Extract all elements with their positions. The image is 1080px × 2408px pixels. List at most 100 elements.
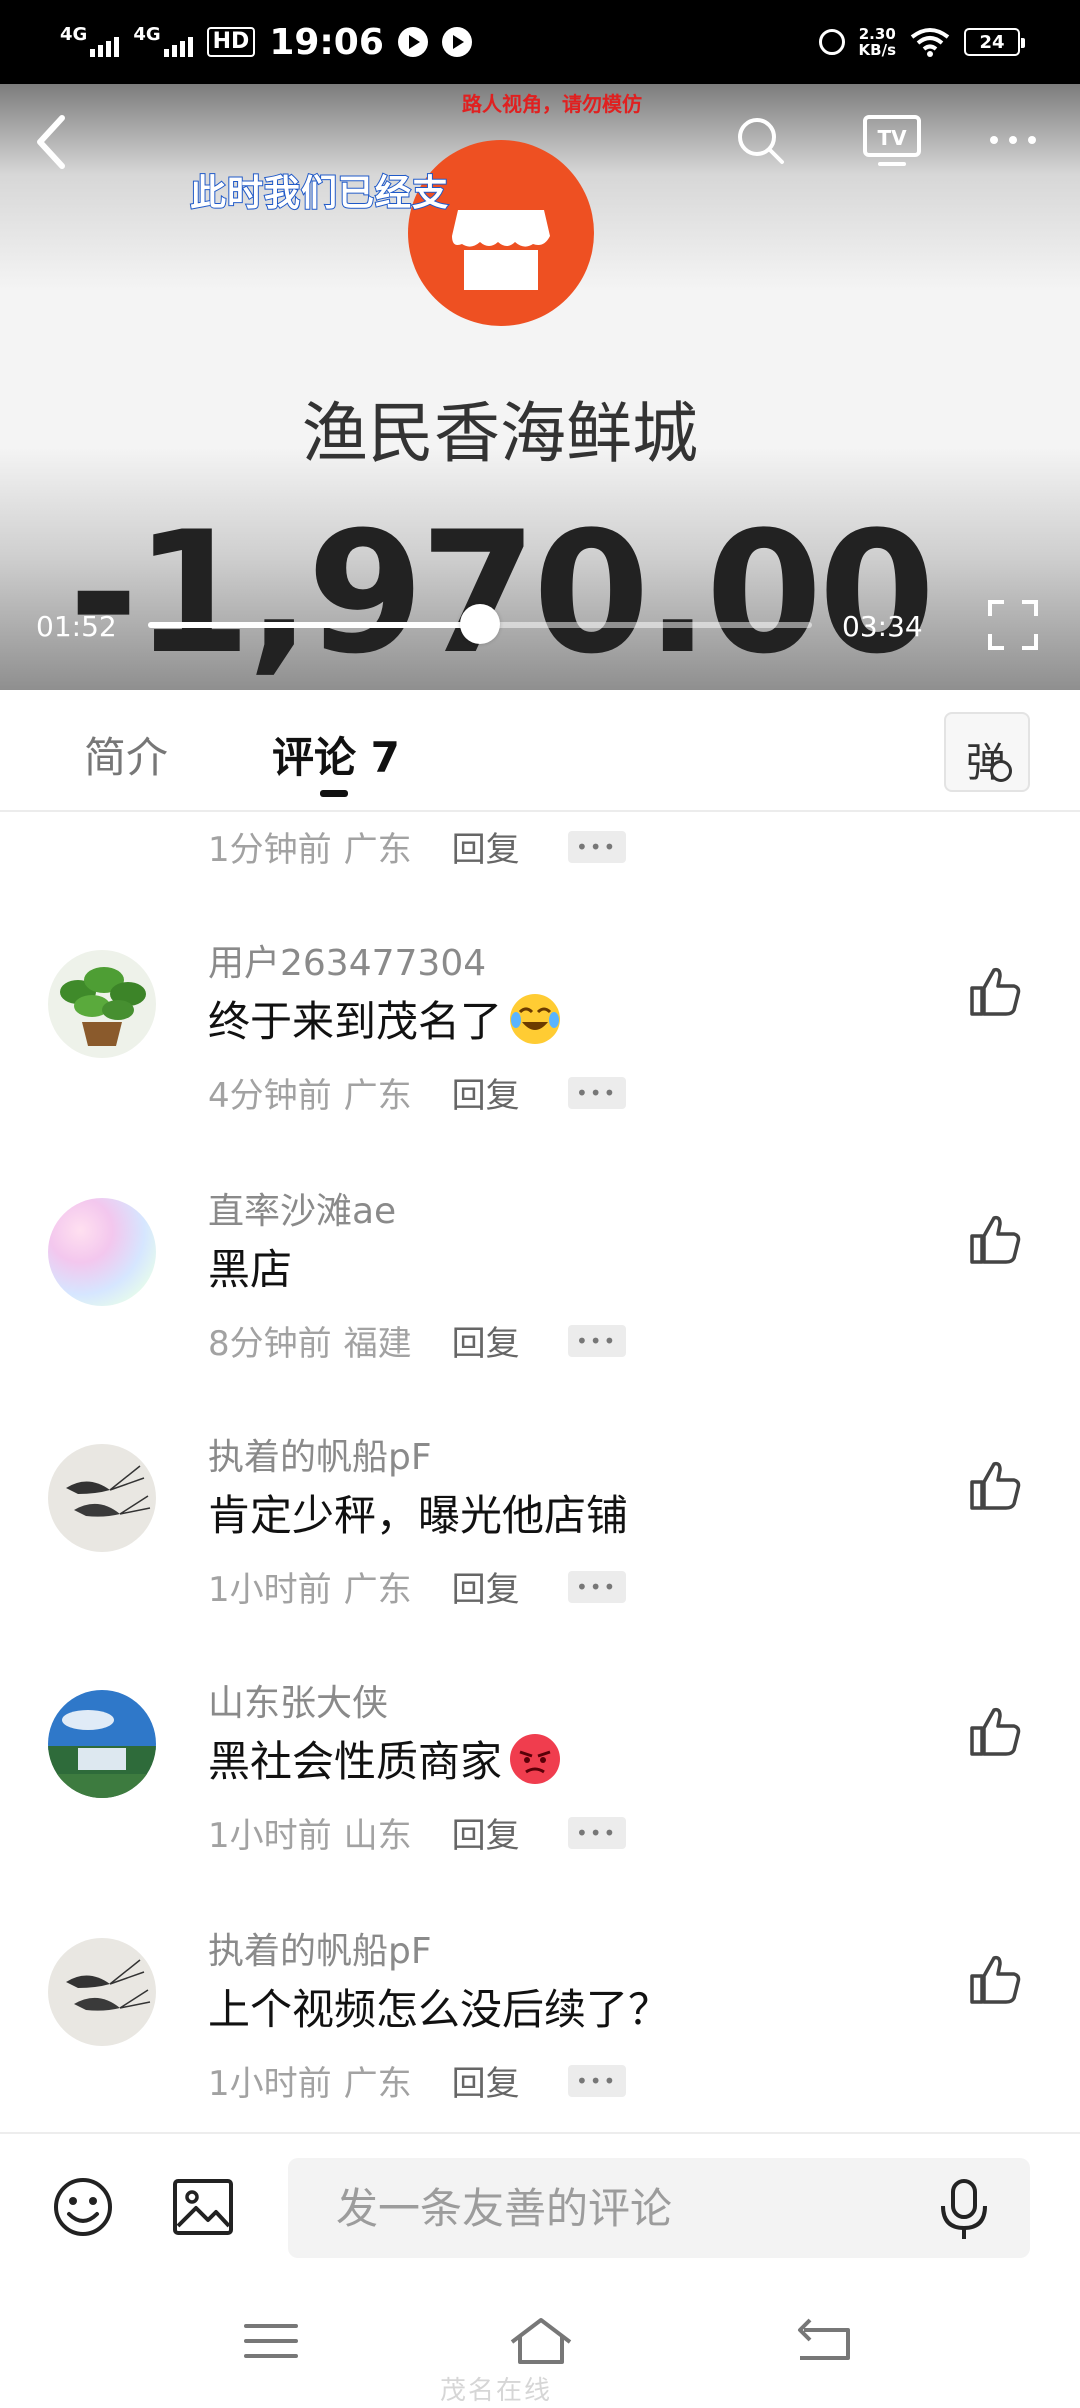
media-play-icon [397, 27, 428, 57]
reply-button[interactable]: 回复 [452, 822, 520, 871]
signal-bars-icon [90, 37, 120, 57]
comment-location: 福建 [343, 1324, 412, 1364]
signal-bars-icon [163, 37, 193, 57]
comment-location: 广东 [343, 1570, 412, 1610]
comment-meta: 1小时前 广东 回复 ••• [208, 2056, 626, 2105]
back-nav-icon[interactable] [790, 2314, 860, 2368]
video-watermark: 路人视角，请勿模仿 [462, 92, 642, 116]
progress-bar[interactable] [148, 604, 812, 644]
comment-item: 山东张大侠 黑社会性质商家 1小时前 山东 回复 ••• [0, 1660, 1080, 1908]
tab-active-indicator [320, 790, 348, 797]
comment-time: 8分钟前 [208, 1324, 332, 1364]
comment-item: 直率沙滩ae 黑店 8分钟前 福建 回复 ••• [0, 1168, 1080, 1416]
more-options-button[interactable]: ••• [567, 830, 626, 863]
comment-text: 黑店 [208, 1236, 292, 1297]
shrimp-painting-avatar[interactable] [48, 1938, 156, 2046]
video-merchant-name: 渔民香海鲜城 [302, 395, 698, 472]
fullscreen-icon[interactable] [986, 598, 1040, 652]
comment-username[interactable]: 执着的帆船pF [208, 1922, 432, 1974]
comment-location: 广东 [343, 1076, 412, 1116]
danmaku-toggle-button[interactable]: 弹 [944, 712, 1030, 792]
comment-body: 黑店 [208, 1245, 293, 1294]
like-thumb-icon[interactable] [968, 1212, 1022, 1266]
tv-cast-icon[interactable]: TV [862, 114, 922, 166]
menu-icon[interactable] [236, 2314, 306, 2368]
comment-body: 肯定少秤，曝光他店铺 [208, 1491, 629, 1540]
danmaku-off-icon [990, 760, 1012, 782]
search-icon[interactable] [734, 114, 786, 166]
comment-meta: 1小时前 广东 回复 ••• [208, 1562, 626, 1611]
comment-item: 执着的帆船pF 上个视频怎么没后续了？ 1小时前 广东 回复 ••• [0, 1908, 1080, 2132]
current-time: 01:52 [36, 610, 117, 643]
comment-meta: 4分钟前 广东 回复 ••• [208, 1068, 626, 1117]
comment-meta: 1小时前 山东 回复 ••• [208, 1808, 626, 1857]
comment-location: 广东 [343, 2064, 412, 2104]
comment-input-bar [0, 2132, 1080, 2270]
like-thumb-icon[interactable] [968, 964, 1022, 1018]
home-icon[interactable] [506, 2314, 576, 2368]
comment-time: 1小时前 [208, 2064, 332, 2104]
microphone-icon[interactable] [936, 2178, 992, 2242]
waterfall-landscape-avatar[interactable] [48, 1690, 156, 1798]
plant-avatar[interactable] [48, 950, 156, 1058]
more-options-button[interactable]: ••• [567, 2064, 626, 2097]
comment-text: 黑社会性质商家 [208, 1728, 561, 1789]
comment-time: 1小时前 [208, 1816, 332, 1856]
reply-button[interactable]: 回复 [452, 1808, 520, 1857]
total-time: 03:34 [842, 610, 923, 643]
comment-item: 执着的帆船pF 肯定少秤，曝光他店铺 1小时前 广东 回复 ••• [0, 1414, 1080, 1662]
comment-list[interactable]: 1分钟前 广东 回复 ••• 用户263477304 终于来到茂名了 4分钟前 … [0, 812, 1080, 2132]
more-options-button[interactable]: ••• [567, 1570, 626, 1603]
comment-input[interactable] [288, 2158, 1030, 2258]
like-thumb-icon[interactable] [968, 1704, 1022, 1758]
comment-text: 肯定少秤，曝光他店铺 [208, 1482, 628, 1543]
status-left: 4G 4G HD 19:06 [60, 22, 472, 63]
video-subtitle: 此时我们已经支 [189, 172, 450, 215]
comment-username[interactable]: 直率沙滩ae [208, 1182, 396, 1234]
comment-text: 上个视频怎么没后续了？ [208, 1976, 670, 2037]
comment-time: 1小时前 [208, 1570, 332, 1610]
like-thumb-icon[interactable] [968, 1458, 1022, 1512]
comment-meta: 8分钟前 福建 回复 ••• [208, 1316, 626, 1365]
reply-button[interactable]: 回复 [452, 1316, 520, 1365]
tab-intro[interactable]: 简介 [84, 724, 168, 785]
shrimp-painting-avatar[interactable] [48, 1444, 156, 1552]
system-navigation-bar: 茂名在线 [0, 2270, 1080, 2408]
more-options-button[interactable]: ••• [567, 1816, 626, 1849]
net-speed-unit: KB/s [858, 41, 896, 59]
wifi-icon [910, 28, 950, 57]
alarm-icon [818, 29, 845, 55]
comment-location: 广东 [343, 830, 412, 870]
comment-item: 用户263477304 终于来到茂名了 4分钟前 广东 回复 ••• [0, 920, 1080, 1168]
comment-username[interactable]: 用户263477304 [208, 934, 486, 986]
reply-button[interactable]: 回复 [452, 1068, 520, 1117]
progress-thumb[interactable] [460, 604, 500, 644]
like-thumb-icon[interactable] [968, 1952, 1022, 2006]
network-type-2: 4G [133, 24, 161, 45]
video-player[interactable]: 路人视角，请勿模仿 此时我们已经支 TV 渔民香海鲜城 -1,970.00 01… [0, 84, 1080, 690]
comment-username[interactable]: 执着的帆船pF [208, 1428, 432, 1480]
progress-fill [148, 622, 480, 628]
comment-time: 1分钟前 [208, 830, 332, 870]
network-type-1: 4G [60, 24, 88, 45]
signal-1: 4G [60, 24, 120, 57]
status-bar: 4G 4G HD 19:06 2.30 KB/s 24 [0, 0, 1080, 84]
partial-comment-meta: 1分钟前 广东 回复 ••• [208, 822, 626, 871]
back-icon[interactable] [28, 112, 78, 172]
tab-comments[interactable]: 评论 7 [272, 724, 400, 785]
image-icon[interactable] [172, 2178, 234, 2236]
reply-button[interactable]: 回复 [452, 1562, 520, 1611]
tab-bar: 简介 评论 7 弹 [0, 690, 1080, 812]
net-speed: 2.30 KB/s [859, 26, 896, 58]
comment-body: 上个视频怎么没后续了？ [208, 1985, 671, 2034]
comment-body: 黑社会性质商家 [208, 1737, 503, 1786]
reply-button[interactable]: 回复 [452, 2056, 520, 2105]
emoji-icon[interactable] [52, 2176, 114, 2238]
comment-username[interactable]: 山东张大侠 [208, 1674, 388, 1726]
more-options-button[interactable]: ••• [567, 1076, 626, 1109]
comment-location: 山东 [343, 1816, 412, 1856]
iridescent-avatar[interactable] [48, 1198, 156, 1306]
more-options-icon[interactable] [986, 114, 1040, 166]
more-options-button[interactable]: ••• [567, 1324, 626, 1357]
site-watermark: 茂名在线 [440, 2376, 553, 2406]
